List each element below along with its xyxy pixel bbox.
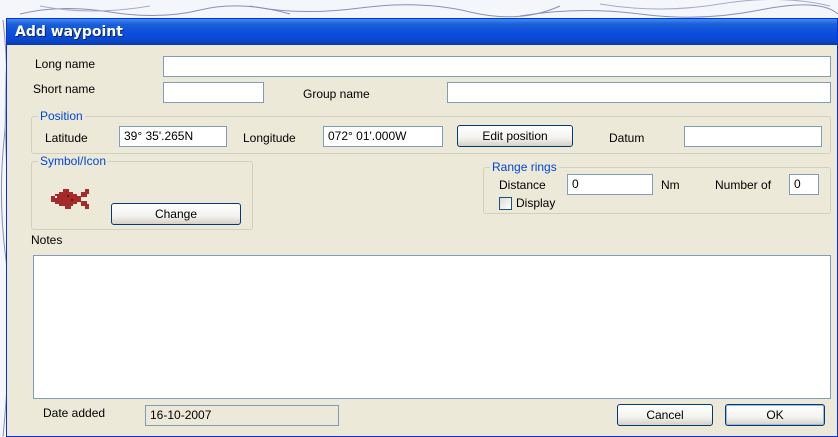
longitude-field[interactable]: 072° 01'.000W [323,126,443,147]
short-name-label: Short name [33,82,96,96]
date-added-field: 16-10-2007 [145,405,339,426]
fish-icon [51,189,89,209]
group-name-field[interactable] [447,82,831,103]
distance-unit-label: Nm [661,178,680,192]
datum-field[interactable] [684,126,822,147]
group-name-label: Group name [303,87,370,101]
date-added-label: Date added [43,406,106,420]
longitude-label: Longitude [243,131,296,145]
add-waypoint-dialog: Add waypoint Long name Short name Group … [6,18,838,437]
notes-textarea[interactable] [33,255,831,399]
notes-label: Notes [31,233,63,247]
latitude-label: Latitude [45,131,88,145]
ok-button[interactable]: OK [725,404,825,426]
symbol-icon-legend: Symbol/Icon [38,154,109,168]
number-of-label: Number of [715,178,772,192]
range-rings-legend: Range rings [490,160,559,174]
long-name-label: Long name [35,57,96,71]
number-of-field[interactable]: 0 [789,174,819,195]
map-contours [19,0,838,18]
distance-field[interactable]: 0 [567,174,653,195]
short-name-field[interactable] [163,82,264,103]
datum-label: Datum [609,131,645,145]
title-bar[interactable]: Add waypoint [7,19,837,45]
background-map-top [0,0,838,20]
edit-position-button[interactable]: Edit position [457,125,573,147]
position-legend: Position [38,109,85,123]
dialog-title: Add waypoint [15,24,123,40]
display-label: Display [516,196,556,210]
distance-label: Distance [499,178,546,192]
latitude-field[interactable]: 39° 35'.265N [119,126,227,147]
display-checkbox[interactable] [499,197,512,210]
long-name-field[interactable] [163,56,831,77]
change-symbol-button[interactable]: Change [111,203,241,225]
cancel-button[interactable]: Cancel [617,404,713,426]
